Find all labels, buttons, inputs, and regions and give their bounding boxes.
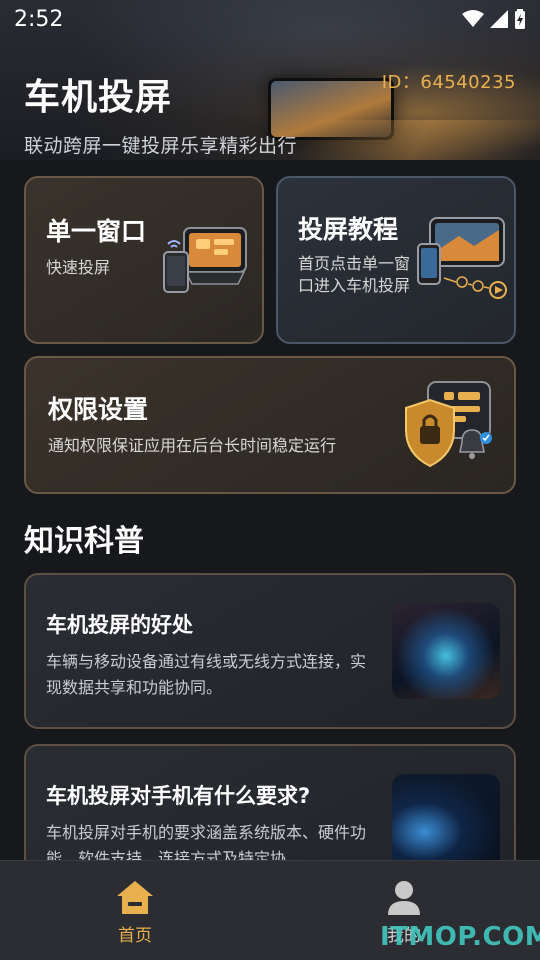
page-title: 车机投屏 [24, 77, 173, 118]
tab-home[interactable]: 首页 [75, 879, 195, 946]
knowledge-section-title: 知识科普 [24, 524, 144, 559]
tutorial-card[interactable]: 投屏教程 首页点击单一窗 口进入车机投屏 [276, 176, 516, 344]
permission-desc: 通知权限保证应用在后台长时间稳定运行 [48, 436, 337, 455]
cellular-signal-icon [490, 10, 508, 28]
page-subtitle: 联动跨屏一键投屏乐享精彩出行 [24, 135, 298, 157]
permission-settings-card[interactable]: 权限设置 通知权限保证应用在后台长时间稳定运行 [24, 356, 516, 494]
article-thumbnail [392, 774, 500, 870]
status-time: 2:52 [14, 6, 64, 32]
user-id: ID：64540235 [381, 72, 516, 93]
article-thumbnail [392, 603, 500, 699]
article-title: 车机投屏对手机有什么要求? [46, 784, 311, 808]
single-window-card[interactable]: 单一窗口 快速投屏 [24, 176, 264, 344]
article-desc: 车机投屏对手机的要求涵盖系统版本、硬件功能、软件支持、连接方式及特定协 [46, 823, 367, 860]
tutorial-desc-line-1: 首页点击单一窗 [298, 254, 411, 273]
article-desc: 车辆与移动设备通过有线或无线方式连接，实现数据共享和功能协同。 [46, 652, 367, 697]
wifi-icon [462, 10, 484, 27]
status-icons [462, 9, 526, 29]
lock-shield-bell-icon [405, 381, 492, 468]
tutorial-title: 投屏教程 [298, 215, 399, 244]
phone-car-screen-icon [163, 227, 247, 293]
home-icon [117, 881, 153, 914]
single-window-desc: 快速投屏 [46, 258, 111, 277]
tab-home-label: 首页 [118, 926, 152, 946]
article-card[interactable]: 车机投屏的好处 车辆与移动设备通过有线或无线方式连接，实现数据共享和功能协同。 [24, 573, 516, 729]
permission-title: 权限设置 [48, 395, 149, 424]
single-window-title: 单一窗口 [46, 217, 147, 246]
person-icon [388, 881, 420, 915]
car-screen-tutorial-icon [417, 217, 507, 299]
road-light-image [288, 120, 540, 160]
article-title: 车机投屏的好处 [46, 613, 193, 637]
tutorial-desc-line-2: 口进入车机投屏 [298, 276, 411, 295]
status-bar: 2:52 [0, 0, 540, 38]
battery-icon [515, 9, 525, 29]
watermark-text: ITMOP.COM [380, 922, 540, 952]
